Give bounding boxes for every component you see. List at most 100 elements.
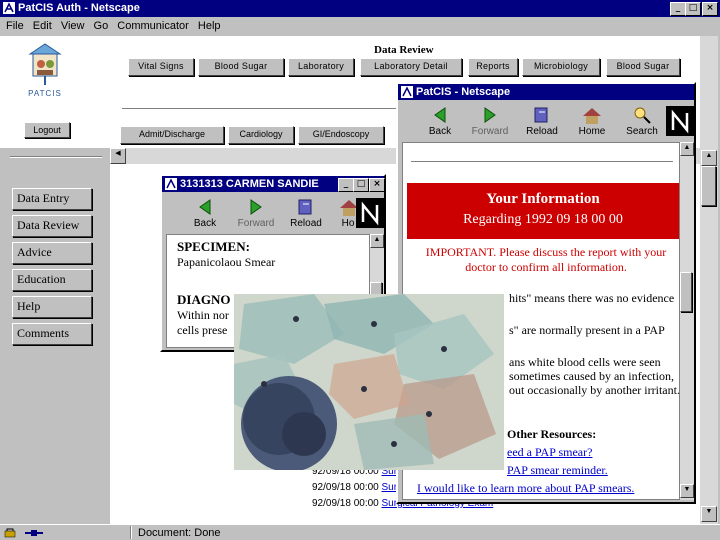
carmen-maximize-button[interactable]: □ [353, 178, 369, 192]
main-window-title: PatCIS Auth - Netscape [18, 2, 140, 14]
scroll-down-icon[interactable]: ▼ [701, 506, 717, 522]
status-bar: Document: Done [0, 524, 720, 540]
scroll-left-icon[interactable]: ◀ [110, 148, 126, 164]
logo-text: PATCIS [28, 89, 62, 98]
tab-vital-signs[interactable]: Vital Signs [128, 58, 194, 76]
pap-smear-micrograph [234, 294, 504, 470]
sidebar-item-data-review[interactable]: Data Review [12, 215, 92, 237]
micrograph-image [234, 294, 504, 470]
patcis-netscape-logo [666, 106, 694, 136]
carmen-netscape-logo [356, 198, 384, 228]
tab-reports[interactable]: Reports [468, 58, 518, 76]
patcis-forward-button[interactable]: Forward [468, 104, 512, 137]
carmen-scroll-up-icon[interactable]: ▲ [370, 234, 384, 248]
specimen-heading: SPECIMEN: [177, 239, 250, 254]
logout-button[interactable]: Logout [24, 122, 70, 138]
connection-icon [25, 530, 43, 536]
main-title-bar[interactable]: PatCIS Auth - Netscape _ □ × [0, 0, 720, 17]
patcis-home-button[interactable]: Home [574, 104, 610, 137]
scroll-thumb[interactable] [701, 166, 716, 206]
sidebar-item-comments[interactable]: Comments [12, 323, 92, 345]
security-lock-icon [4, 528, 16, 538]
menu-view[interactable]: View [61, 20, 85, 32]
carmen-forward-button[interactable]: Forward [234, 196, 278, 229]
carmen-window-title: 3131313 CARMEN SANDIE [180, 178, 319, 190]
partial-text-line: sometimes caused by an infection, [509, 369, 674, 383]
carmen-reload-button[interactable]: Reload [286, 196, 326, 229]
status-divider [130, 526, 132, 539]
report-link[interactable]: Sur [382, 482, 398, 493]
sidebar-item-advice[interactable]: Advice [12, 242, 92, 264]
home-icon [583, 108, 601, 124]
reload-icon [298, 199, 312, 215]
search-icon [634, 107, 651, 124]
important-notice: IMPORTANT. Please discuss the report wit… [425, 245, 667, 274]
banner-title: Your Information [486, 191, 600, 207]
banner-subtitle: Regarding 1992 09 18 00 00 [463, 212, 623, 227]
patcis-back-button[interactable]: Back [420, 104, 460, 137]
tab-laboratory[interactable]: Laboratory [288, 58, 354, 76]
sidebar-item-education[interactable]: Education [12, 269, 92, 291]
back-arrow-icon [434, 107, 446, 123]
resource-link[interactable]: PAP smear reminder. [507, 463, 608, 478]
carmen-minimize-button[interactable]: _ [338, 178, 354, 192]
carmen-back-button[interactable]: Back [188, 196, 222, 229]
menu-edit[interactable]: Edit [33, 20, 52, 32]
close-button[interactable]: × [702, 2, 718, 16]
patcis-search-button[interactable]: Search [622, 104, 662, 137]
partial-text-line: s" are normally present in a PAP [509, 323, 665, 337]
status-text: Document: Done [138, 527, 221, 539]
tab-blood-sugar[interactable]: Blood Sugar [198, 58, 284, 76]
partial-text-line: hits" means there was no evidence [509, 291, 675, 305]
partial-text-line: ans white blood cells were seen [509, 355, 661, 369]
tab-gi-endoscopy[interactable]: GI/Endoscopy [298, 126, 384, 144]
menu-go[interactable]: Go [94, 20, 109, 32]
menu-communicator[interactable]: Communicator [117, 20, 189, 32]
patcis-scroll-down-icon[interactable]: ▼ [680, 484, 694, 498]
data-review-heading: Data Review [374, 44, 434, 56]
scroll-up-icon[interactable]: ▲ [701, 150, 717, 166]
netscape-n-icon [671, 109, 689, 134]
netscape-window-icon [401, 86, 413, 98]
main-vertical-scrollbar[interactable]: ▲ ▼ [700, 36, 718, 524]
report-date: 92/09/18 00:00 [312, 482, 379, 493]
patcis-reload-button[interactable]: Reload [522, 104, 562, 137]
patcis-title-bar[interactable]: PatCIS - Netscape [398, 84, 694, 100]
tab-cardiology[interactable]: Cardiology [228, 126, 294, 144]
header-divider [122, 108, 402, 110]
report-date: 92/09/18 00:00 [312, 498, 379, 509]
patcis-scroll-thumb[interactable] [680, 272, 692, 312]
other-resources-heading: Other Resources: [507, 427, 597, 441]
tab-admit-discharge[interactable]: Admit/Discharge [120, 126, 224, 144]
resource-link[interactable]: eed a PAP smear? [507, 445, 592, 460]
patcis-window-title: PatCIS - Netscape [416, 86, 511, 98]
menu-file[interactable]: File [6, 20, 24, 32]
patcis-scroll-up-icon[interactable]: ▲ [680, 142, 694, 156]
tab-microbiology[interactable]: Microbiology [522, 58, 600, 76]
reload-icon [534, 107, 548, 123]
info-banner: Your Information Regarding 1992 09 18 00… [407, 183, 679, 239]
forward-arrow-icon [484, 107, 496, 123]
report-row: 92/09/18 00:00 Sur [312, 482, 397, 493]
tab-blood-sugar-2[interactable]: Blood Sugar [606, 58, 680, 76]
caduceus-logo-icon [28, 43, 62, 85]
forward-arrow-icon [250, 199, 262, 215]
maximize-button[interactable]: □ [685, 2, 701, 16]
menu-bar: File Edit View Go Communicator Help [0, 17, 720, 35]
minimize-button[interactable]: _ [670, 2, 686, 16]
content-divider [411, 161, 673, 163]
sidebar-item-data-entry[interactable]: Data Entry [12, 188, 92, 210]
patcis-logo: PATCIS [26, 40, 64, 98]
resource-link[interactable]: I would like to learn more about PAP sme… [417, 481, 634, 496]
netscape-n-icon [361, 201, 379, 226]
netscape-logo-icon [3, 2, 15, 14]
menu-help[interactable]: Help [198, 20, 221, 32]
tab-laboratory-detail[interactable]: Laboratory Detail [360, 58, 462, 76]
carmen-close-button[interactable]: × [369, 178, 385, 192]
carmen-title-bar[interactable]: 3131313 CARMEN SANDIE _ □ × [162, 176, 385, 192]
patcis-scrollbar[interactable]: ▲ ▼ [680, 142, 694, 500]
sidebar-divider [10, 156, 102, 158]
partial-text-line: out occasionally by another irritant. [509, 383, 680, 397]
carmen-home-button[interactable]: Ho [338, 196, 358, 229]
sidebar-item-help[interactable]: Help [12, 296, 92, 318]
